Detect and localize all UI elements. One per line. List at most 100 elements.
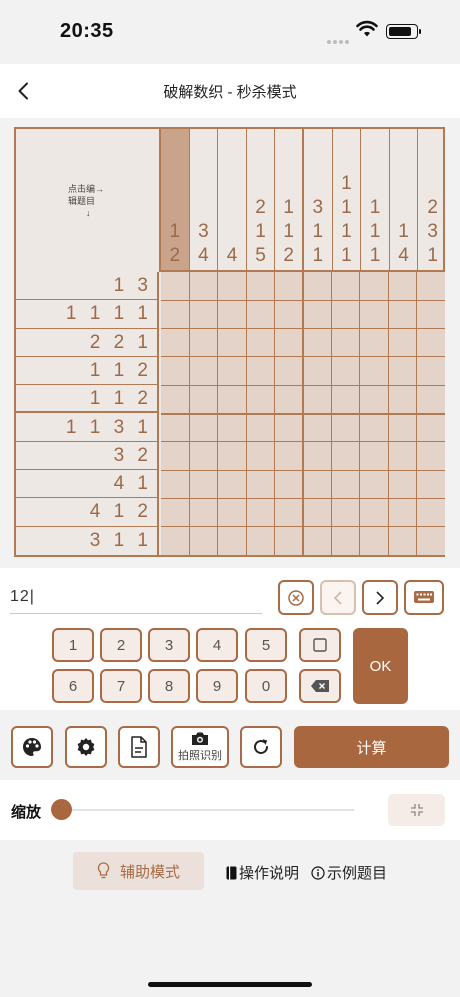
key-8-button[interactable]: 8 xyxy=(148,669,190,703)
key-6-button[interactable]: 6 xyxy=(52,669,94,703)
key-1-button[interactable]: 1 xyxy=(52,628,94,662)
zoom-label: 缩放 xyxy=(11,804,42,821)
row-clue-3[interactable]: 2 2 1 xyxy=(16,329,157,357)
column-clue-number: 2 xyxy=(427,197,438,218)
home-indicator xyxy=(148,982,312,987)
column-clue-number: 1 xyxy=(427,245,438,266)
column-clue-number: 1 xyxy=(369,221,381,242)
photo-recognize-button[interactable]: 拍照识别 xyxy=(171,726,229,768)
backspace-icon xyxy=(311,680,329,692)
ok-button[interactable]: OK xyxy=(353,628,408,704)
row-clue-10[interactable]: 3 1 1 xyxy=(16,527,157,555)
column-clue-3[interactable]: 4 xyxy=(218,129,247,270)
key-5-button[interactable]: 5 xyxy=(245,628,287,662)
column-clue-6[interactable]: 3 1 1 xyxy=(304,129,333,270)
assist-mode-label: 辅助模式 xyxy=(119,863,180,881)
nav-bar: 破解数织 - 秒杀模式 xyxy=(0,64,460,118)
column-clue-number: 3 xyxy=(312,197,324,218)
bottom-bar: 辅助模式 操作说明 示例题目 xyxy=(0,840,460,997)
keyboard-icon xyxy=(414,590,434,603)
calculate-button[interactable]: 计算 xyxy=(294,726,449,768)
column-clue-7[interactable]: 1 1 1 1 xyxy=(333,129,362,270)
prev-button[interactable] xyxy=(320,580,356,615)
column-clue-number: 1 xyxy=(312,221,324,242)
grid-line xyxy=(161,441,445,443)
grid-line xyxy=(330,272,332,555)
info-icon xyxy=(311,865,325,880)
board-corner[interactable]: 点击编→ 辑题目 ↓ xyxy=(16,129,159,272)
column-clue-number: 3 xyxy=(427,221,438,242)
column-clue-4[interactable]: 2 1 5 xyxy=(247,129,276,270)
chevron-left-icon xyxy=(333,590,342,605)
nonogram-board: 点击编→ 辑题目 ↓ 12344215112311111111114231 1 … xyxy=(14,127,445,557)
keyboard-button[interactable] xyxy=(404,580,444,615)
column-clue-number: 1 xyxy=(398,221,409,242)
column-clue-number: 1 xyxy=(341,221,352,242)
edit-hint[interactable]: 点击编→ 辑题目 ↓ xyxy=(68,183,104,219)
zoom-slider-thumb[interactable] xyxy=(51,799,72,820)
lightbulb-icon xyxy=(97,862,110,879)
key-3-button[interactable]: 3 xyxy=(148,628,190,662)
column-clue-number: 4 xyxy=(198,245,209,266)
settings-button[interactable] xyxy=(65,726,107,768)
gear-icon xyxy=(77,738,95,756)
row-clue-6[interactable]: 1 1 3 1 xyxy=(16,414,157,442)
column-clue-9[interactable]: 14 xyxy=(390,129,419,270)
page-title: 破解数织 - 秒杀模式 xyxy=(163,84,297,101)
grid-line xyxy=(416,272,418,555)
clear-button[interactable] xyxy=(278,580,314,615)
row-clue-4[interactable]: 1 1 2 xyxy=(16,357,157,386)
zoom-bar: 缩放 xyxy=(0,780,460,840)
key-7-button[interactable]: 7 xyxy=(100,669,142,703)
key-9-button[interactable]: 9 xyxy=(196,669,238,703)
column-clue-number: 1 xyxy=(369,245,381,266)
example-link[interactable]: 示例题目 xyxy=(311,862,387,883)
column-clue-number: 1 xyxy=(341,197,352,218)
row-clue-9[interactable]: 4 1 2 xyxy=(16,498,157,527)
battery-icon xyxy=(386,24,421,39)
document-button[interactable] xyxy=(118,726,160,768)
clue-input[interactable]: 12| xyxy=(10,584,262,614)
column-clue-number: 1 xyxy=(312,245,324,266)
grid-line xyxy=(387,272,389,555)
column-clue-1[interactable]: 12 xyxy=(161,129,190,270)
reset-button[interactable] xyxy=(240,726,282,768)
key-0-button[interactable]: 0 xyxy=(245,669,287,703)
clear-circle-icon xyxy=(288,589,304,606)
grid-line xyxy=(161,469,445,471)
instructions-link[interactable]: 操作说明 xyxy=(226,862,299,883)
row-clue-5[interactable]: 1 1 2 xyxy=(16,385,157,414)
column-clue-number: 2 xyxy=(255,197,266,218)
column-clue-number: 2 xyxy=(169,245,181,266)
input-panel: 12| 12345 67890 OK xyxy=(0,568,460,710)
example-label: 示例题目 xyxy=(327,865,388,882)
signal-icon xyxy=(327,31,351,49)
key-2-button[interactable]: 2 xyxy=(100,628,142,662)
minimize-icon xyxy=(410,804,423,816)
collapse-button[interactable] xyxy=(388,794,445,826)
grid-line xyxy=(161,412,445,415)
assist-mode-button[interactable]: 辅助模式 xyxy=(73,852,204,890)
column-clue-2[interactable]: 34 xyxy=(190,129,219,270)
backspace-button[interactable] xyxy=(299,669,341,703)
camera-icon xyxy=(192,732,208,745)
row-clue-1[interactable]: 1 3 xyxy=(16,272,157,301)
photo-recognize-label: 拍照识别 xyxy=(178,750,222,762)
row-clue-7[interactable]: 3 2 xyxy=(16,442,157,471)
palette-icon xyxy=(23,738,41,756)
book-icon xyxy=(226,866,237,879)
next-button[interactable] xyxy=(362,580,398,615)
column-clue-number: 3 xyxy=(198,221,209,242)
key-4-button[interactable]: 4 xyxy=(196,628,238,662)
column-clue-5[interactable]: 1 1 2 xyxy=(275,129,304,270)
column-clue-8[interactable]: 1 1 1 xyxy=(361,129,390,270)
puzzle-grid[interactable] xyxy=(161,272,445,555)
zoom-slider-track[interactable] xyxy=(52,809,354,811)
column-clue-10[interactable]: 2 3 1 xyxy=(418,129,447,270)
column-clue-number: 2 xyxy=(283,245,294,266)
row-clue-8[interactable]: 4 1 xyxy=(16,470,157,499)
chevron-right-icon xyxy=(376,590,385,605)
row-clue-2[interactable]: 1 1 1 1 xyxy=(16,300,157,329)
fill-square-button[interactable] xyxy=(299,628,341,662)
palette-button[interactable] xyxy=(11,726,53,768)
